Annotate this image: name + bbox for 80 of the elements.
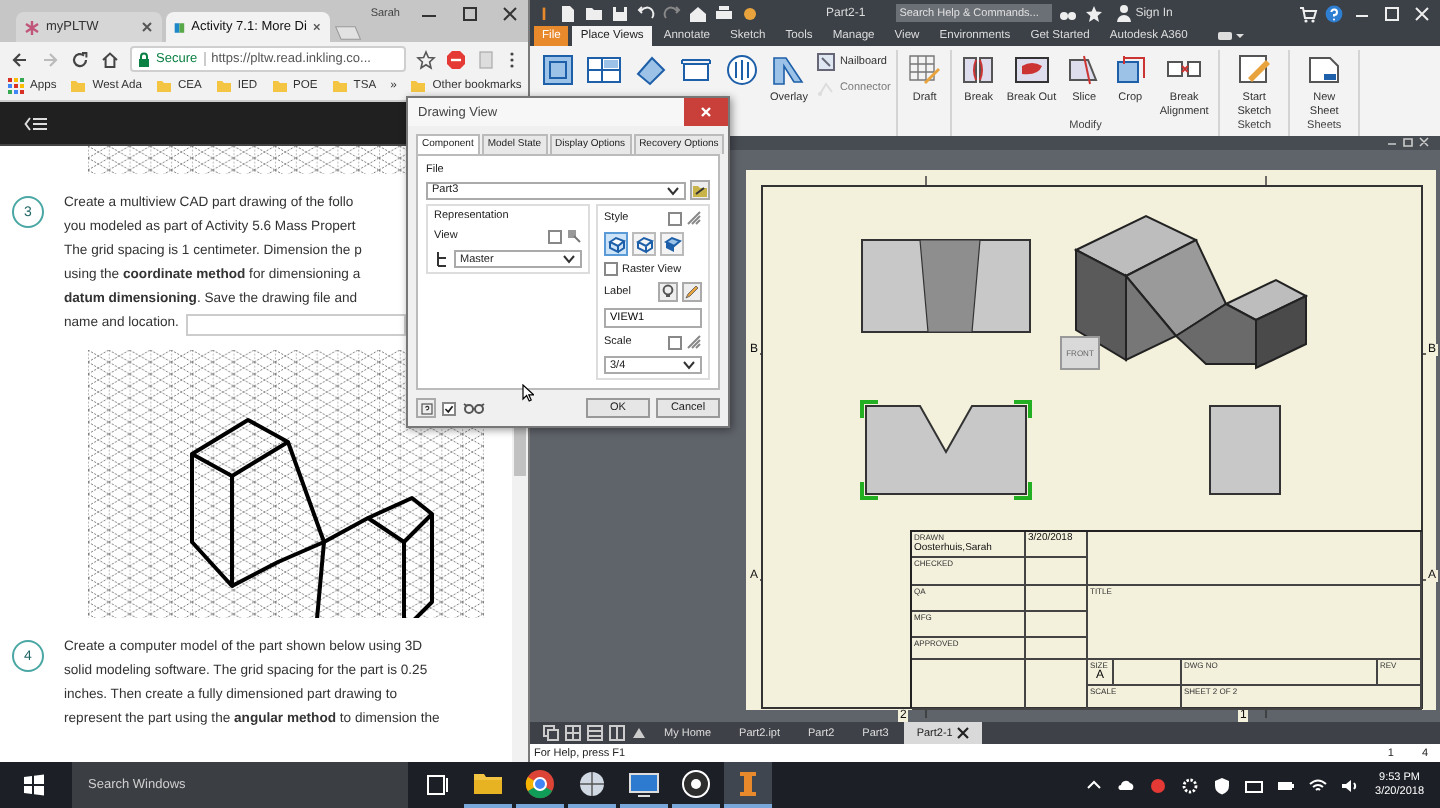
shield-icon[interactable] <box>1211 775 1232 795</box>
sketch-pencil-icon <box>1236 52 1273 88</box>
home-icon[interactable] <box>100 49 120 69</box>
top-view-drawing[interactable] <box>860 238 1032 334</box>
stop-sign-icon[interactable] <box>446 49 466 69</box>
new-sheet-icon <box>1306 52 1343 88</box>
answer-field[interactable] <box>186 313 407 335</box>
panes-icon <box>586 52 622 88</box>
print-icon[interactable] <box>714 3 734 23</box>
help-icon <box>419 401 433 415</box>
ring-icon <box>678 765 714 801</box>
checkbox[interactable] <box>668 211 682 225</box>
close-icon <box>696 102 716 122</box>
side-view-drawing[interactable] <box>1208 400 1282 500</box>
nailboard-icon <box>815 52 836 72</box>
window-controls-icon[interactable] <box>1384 136 1432 148</box>
close-icon[interactable] <box>312 20 323 34</box>
back-icon[interactable] <box>10 49 30 69</box>
slice-icon <box>1066 52 1103 88</box>
wifi-icon[interactable] <box>1307 775 1328 795</box>
close-button[interactable] <box>684 98 728 126</box>
checkbox[interactable] <box>548 229 562 243</box>
slanted-block-icon <box>632 52 668 88</box>
grid-pencil-icon <box>906 52 943 88</box>
browse-button[interactable] <box>690 180 710 200</box>
help-button[interactable] <box>416 398 436 418</box>
speaker-icon[interactable] <box>1339 775 1360 795</box>
undo-icon[interactable] <box>636 3 656 23</box>
home-icon[interactable] <box>688 3 708 23</box>
reload-icon[interactable] <box>70 49 90 69</box>
preview-checkbox[interactable] <box>442 401 456 415</box>
preview-glasses-icon <box>462 400 486 416</box>
pencil-icon <box>684 284 700 300</box>
close-icon[interactable] <box>140 20 155 34</box>
columns-windows-icon[interactable] <box>608 724 626 742</box>
panel-options-icon[interactable] <box>1215 28 1244 44</box>
style-button[interactable] <box>660 232 684 256</box>
edit-label-button[interactable] <box>682 282 702 302</box>
cube-outline-icon <box>634 234 654 254</box>
cloud-icon[interactable] <box>1115 775 1136 795</box>
folder-arrow-icon <box>692 182 708 198</box>
bulb-icon <box>660 284 676 300</box>
table-of-contents-icon[interactable] <box>24 115 48 131</box>
apps-grid-icon <box>8 78 24 94</box>
star-icon[interactable] <box>1083 3 1104 23</box>
break-out-icon <box>1013 52 1050 88</box>
colored-square-icon <box>174 19 186 35</box>
close-icon[interactable] <box>1410 3 1434 23</box>
up-arrow-icon[interactable] <box>630 724 648 742</box>
app-logo[interactable]: I <box>536 3 552 23</box>
style-button[interactable] <box>604 232 628 256</box>
label-visibility-button[interactable] <box>658 282 678 302</box>
framed-view-icon <box>540 52 576 88</box>
tile-windows-icon[interactable] <box>542 724 560 742</box>
front-view-drawing[interactable] <box>860 400 1032 500</box>
badge-icon[interactable] <box>1147 775 1168 795</box>
person-icon <box>1115 4 1132 22</box>
cube-hidden-lines-icon <box>606 234 626 254</box>
cart-icon[interactable] <box>1298 3 1318 23</box>
tree-icon <box>434 250 450 268</box>
asterisk-icon <box>24 19 40 35</box>
checkbox[interactable] <box>668 335 682 349</box>
lock-icon <box>138 51 150 67</box>
rows-windows-icon[interactable] <box>586 724 604 742</box>
crop-icon <box>1112 52 1149 88</box>
circle-detail-icon <box>724 52 760 88</box>
help-icon[interactable] <box>1324 3 1344 23</box>
close-icon[interactable] <box>956 726 971 740</box>
style-button[interactable] <box>632 232 656 256</box>
maximize-icon[interactable] <box>1380 3 1404 23</box>
shaded-cube-icon <box>662 234 682 254</box>
star-icon[interactable] <box>416 49 436 69</box>
grid-windows-icon[interactable] <box>564 724 582 742</box>
slanted-bar-icon <box>770 52 807 88</box>
new-document-icon[interactable] <box>558 3 578 23</box>
break-icon <box>960 52 997 88</box>
save-icon[interactable] <box>610 3 630 23</box>
more-icon[interactable] <box>506 49 518 69</box>
circle-logo-icon <box>522 765 558 801</box>
checkbox[interactable] <box>604 262 618 276</box>
